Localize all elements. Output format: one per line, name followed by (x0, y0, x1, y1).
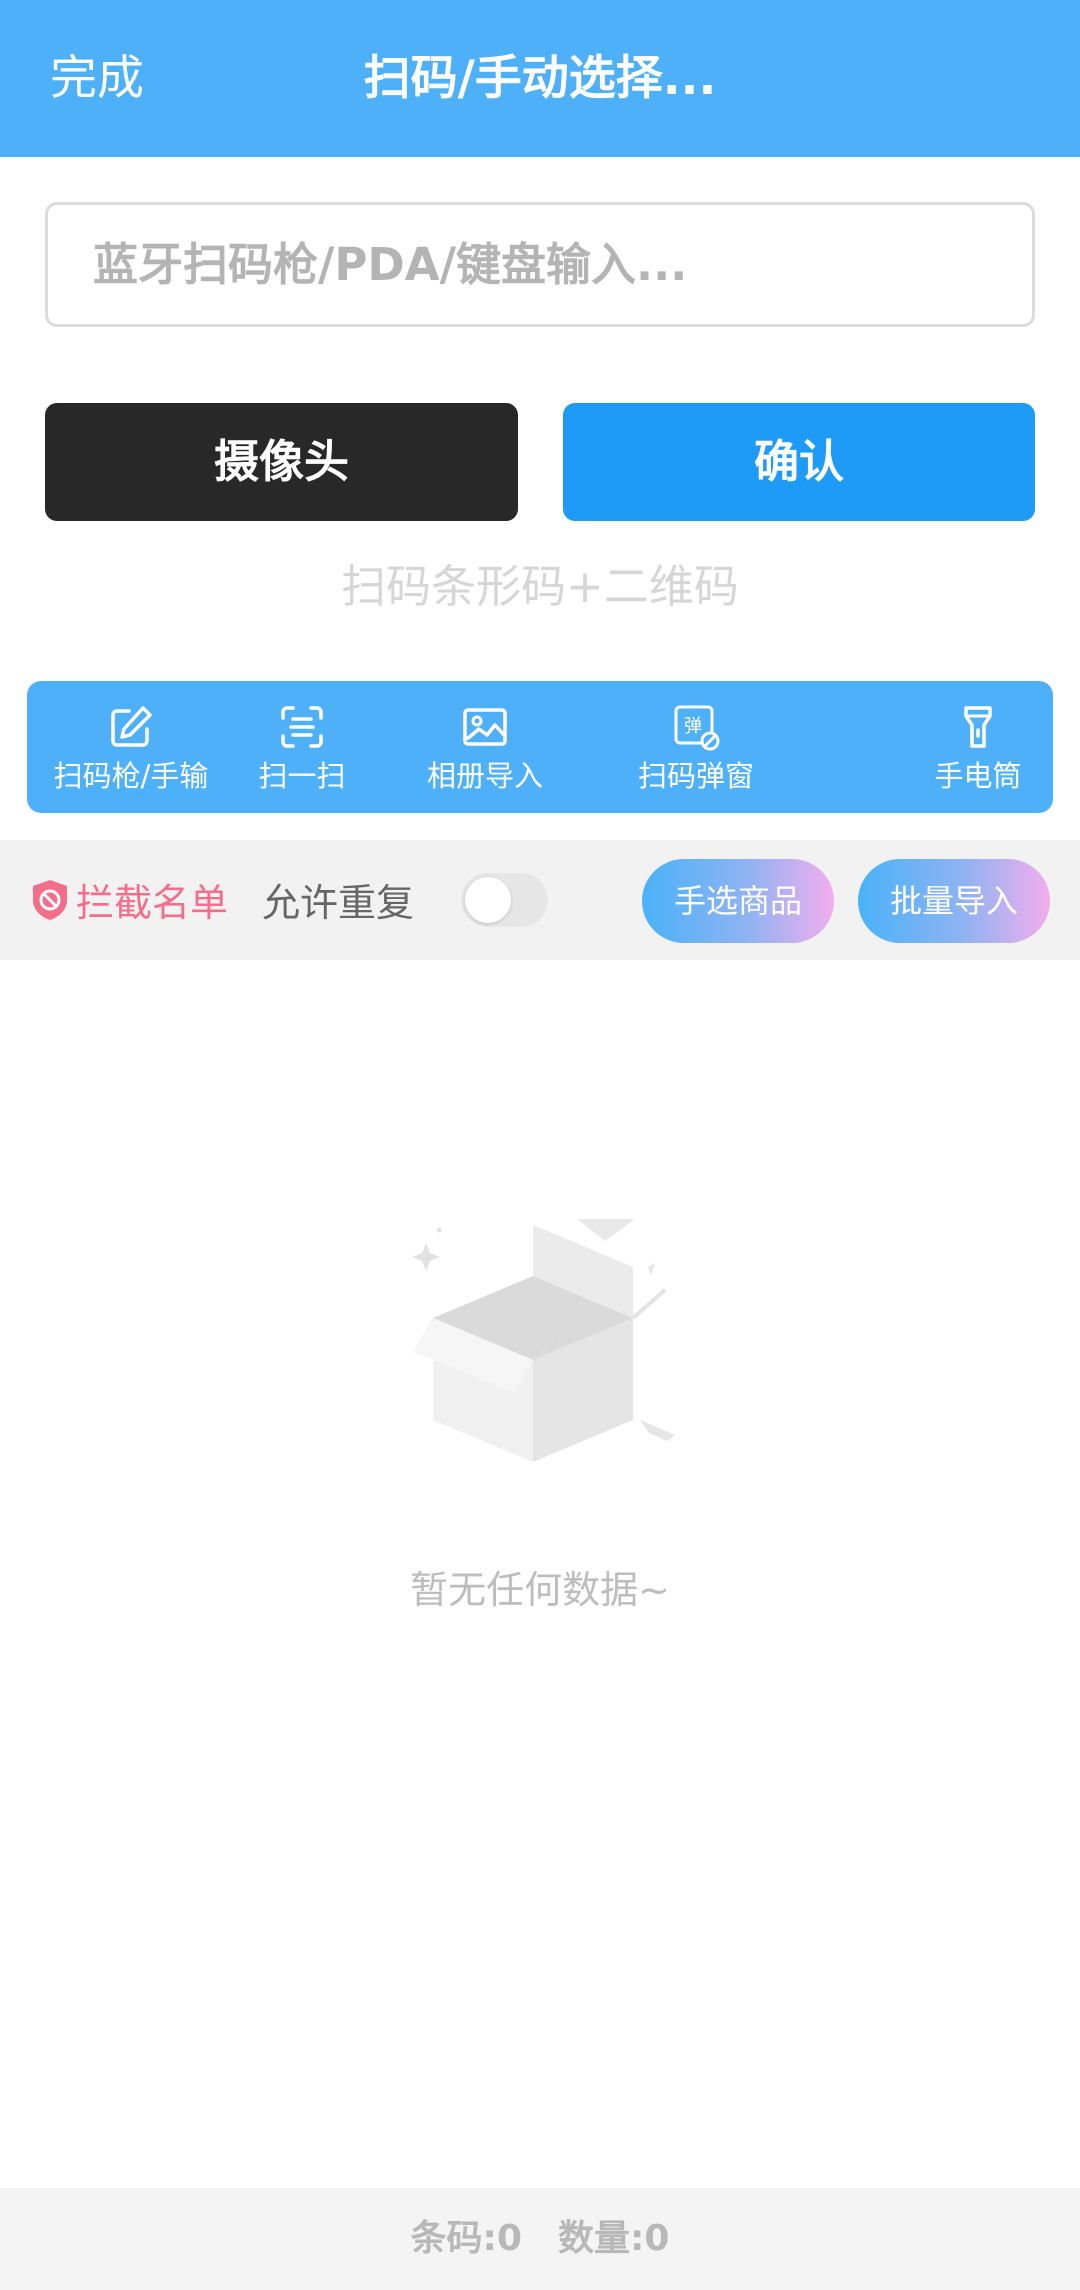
toggle-knob (465, 877, 511, 923)
barcode-count: 条码:0 (410, 2218, 522, 2259)
intercept-list-link[interactable]: 拦截名单 (76, 872, 228, 927)
confirm-button[interactable]: 确认 (563, 403, 1035, 521)
top-navigation-bar: 完成 扫码/手动选择... (0, 0, 1080, 157)
scan-toolbar: 扫码枪/手输 扫一扫 相册导入 弹 扫码弹窗 手电筒 (27, 681, 1053, 813)
flashlight-icon (964, 706, 992, 748)
quantity-count: 数量:0 (558, 2218, 670, 2259)
image-icon (463, 708, 507, 746)
tool-scanner-manual[interactable]: 扫码枪/手输 (27, 681, 235, 813)
shield-block-icon (33, 880, 67, 920)
allow-duplicate-label: 允许重复 (262, 881, 415, 925)
page-title: 扫码/手动选择... (363, 51, 717, 106)
summary-footer: 条码:0 数量:0 (0, 2188, 1080, 2290)
tool-label: 相册导入 (426, 759, 543, 793)
select-goods-button[interactable]: 手选商品 (642, 859, 834, 943)
scan-icon (281, 706, 323, 748)
tool-scan[interactable]: 扫一扫 (217, 681, 387, 813)
batch-import-button[interactable]: 批量导入 (858, 859, 1050, 943)
tool-album-import[interactable]: 相册导入 (385, 681, 585, 813)
tool-flashlight[interactable]: 手电筒 (903, 681, 1053, 813)
tool-label: 手电筒 (934, 759, 1022, 793)
popup-icon-glyph: 弹 (684, 716, 702, 737)
scan-input[interactable] (45, 202, 1035, 327)
scan-hint-text: 扫码条形码+二维码 (341, 560, 739, 613)
popup-icon: 弹 (674, 705, 720, 751)
allow-duplicate-toggle[interactable] (461, 873, 548, 927)
empty-box-illustration (412, 1219, 675, 1462)
empty-state-message: 暂无任何数据~ (410, 1568, 670, 1612)
camera-button[interactable]: 摄像头 (45, 403, 518, 521)
tool-scan-popup[interactable]: 弹 扫码弹窗 (591, 681, 801, 813)
tool-label: 扫码弹窗 (637, 759, 754, 793)
edit-icon (111, 706, 152, 747)
tool-label: 扫一扫 (258, 759, 346, 793)
tool-label: 扫码枪/手输 (53, 759, 209, 793)
